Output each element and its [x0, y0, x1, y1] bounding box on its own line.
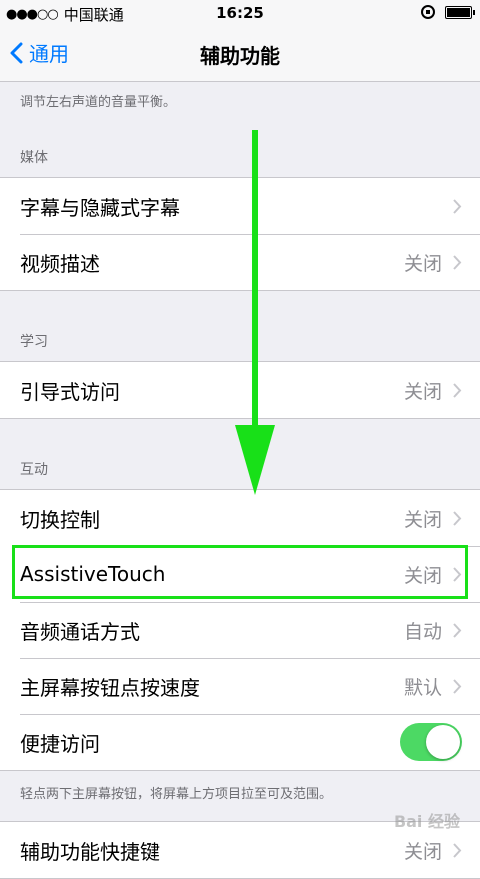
- row-label: AssistiveTouch: [20, 562, 166, 586]
- row-reachability: 便捷访问: [0, 714, 480, 770]
- down-arrow-annotation-icon: [235, 130, 275, 495]
- row-label: 主屏幕按钮点按速度: [20, 675, 200, 700]
- row-value: 关闭: [403, 252, 442, 275]
- chevron-right-icon: [453, 510, 462, 526]
- chevron-right-icon: [453, 842, 462, 858]
- row-label: 切换控制: [20, 507, 100, 532]
- row-value: 默认: [403, 676, 442, 699]
- battery-icon: [445, 5, 475, 19]
- row-value: 关闭: [403, 564, 442, 587]
- chevron-right-icon: [453, 198, 462, 214]
- reachability-toggle[interactable]: [400, 723, 462, 761]
- navigation-bar: 通用 辅助功能: [0, 26, 480, 82]
- row-label: 辅助功能快捷键: [20, 839, 160, 864]
- status-bar: ●●●○○ 中国联通 16:25: [0, 0, 480, 26]
- row-home-click-speed[interactable]: 主屏幕按钮点按速度 默认: [0, 658, 480, 714]
- row-value: 关闭: [403, 380, 442, 403]
- watermark: Bai 经验: [393, 812, 460, 831]
- row-call-audio-routing[interactable]: 音频通话方式 自动: [0, 602, 480, 658]
- row-value: 关闭: [403, 840, 442, 863]
- row-label: 引导式访问: [20, 379, 120, 404]
- row-assistivetouch[interactable]: AssistiveTouch 关闭: [0, 546, 480, 602]
- row-label: 视频描述: [20, 251, 100, 276]
- status-right: [421, 5, 475, 19]
- chevron-right-icon: [453, 566, 462, 582]
- rotation-lock-icon: [421, 5, 435, 19]
- row-label: 便捷访问: [20, 731, 100, 756]
- chevron-right-icon: [453, 678, 462, 694]
- toggle-knob: [426, 725, 460, 759]
- chevron-right-icon: [453, 622, 462, 638]
- row-label: 音频通话方式: [20, 619, 140, 644]
- chevron-right-icon: [453, 382, 462, 398]
- row-value: 关闭: [403, 508, 442, 531]
- page-title: 辅助功能: [200, 44, 280, 68]
- row-value: 自动: [403, 620, 442, 643]
- status-time: 16:25: [216, 4, 264, 22]
- group-interaction: 切换控制 关闭 AssistiveTouch 关闭 音频通话方式 自动 主屏幕按…: [0, 489, 480, 771]
- chevron-right-icon: [453, 254, 462, 270]
- balance-note: 调节左右声道的音量平衡。: [20, 95, 177, 110]
